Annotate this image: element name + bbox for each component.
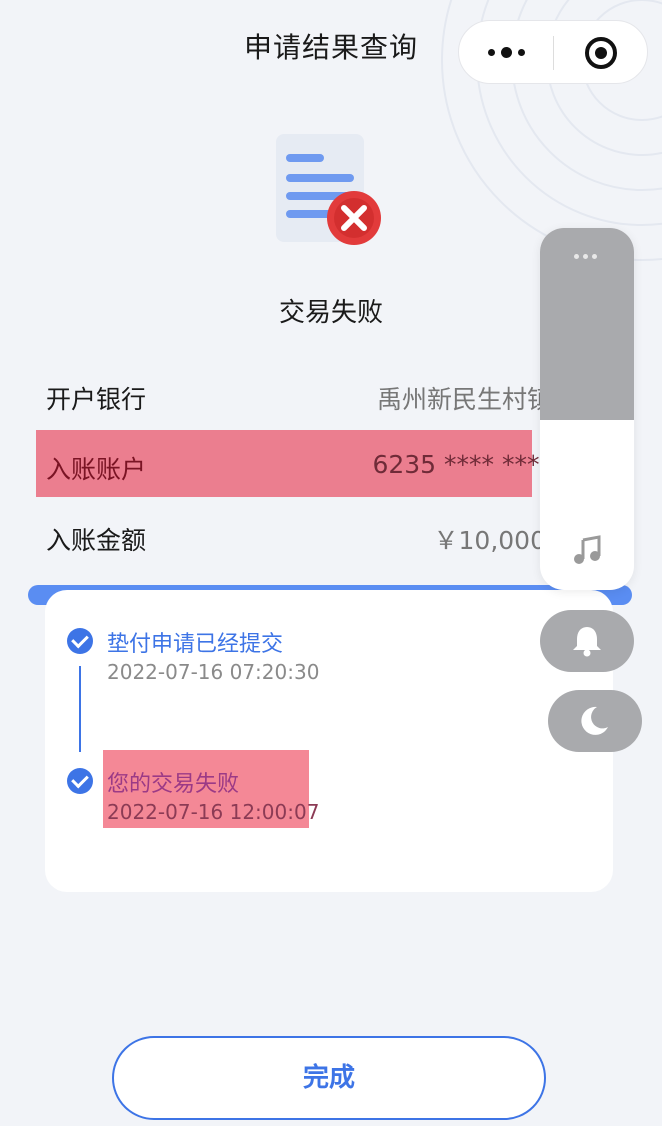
check-circle-icon bbox=[67, 628, 93, 654]
mini-program-capsule bbox=[458, 20, 648, 84]
bank-label: 开户银行 bbox=[46, 385, 147, 414]
step-title: 您的交易失败 bbox=[107, 772, 240, 797]
panel-dots-icon[interactable] bbox=[572, 254, 599, 259]
step-time: 2022-07-16 12:00:07 bbox=[107, 800, 320, 824]
target-close-icon[interactable] bbox=[585, 37, 617, 69]
step-time: 2022-07-16 07:20:30 bbox=[107, 660, 320, 684]
moon-button[interactable] bbox=[548, 690, 642, 752]
timeline-card: 垫付申请已经提交 2022-07-16 07:20:30 您的交易失败 2022… bbox=[45, 590, 613, 892]
document-fail-icon bbox=[276, 134, 381, 245]
music-note-icon[interactable] bbox=[572, 534, 604, 566]
floating-control-panel[interactable] bbox=[540, 228, 634, 590]
bell-button[interactable] bbox=[540, 610, 634, 672]
amount-value: ￥10,000 bbox=[433, 526, 546, 555]
check-circle-icon bbox=[67, 768, 93, 794]
step-title: 垫付申请已经提交 bbox=[107, 632, 284, 657]
bank-value: 禹州新民生村镇 bbox=[376, 385, 552, 414]
account-label: 入账账户 bbox=[46, 455, 147, 484]
capsule-divider bbox=[553, 36, 554, 70]
timeline-connector bbox=[79, 666, 81, 752]
bell-icon bbox=[573, 627, 601, 657]
account-value: 6235 **** **** bbox=[372, 450, 552, 479]
more-dots-icon[interactable] bbox=[459, 21, 553, 83]
moon-icon bbox=[581, 706, 608, 735]
done-button[interactable]: 完成 bbox=[112, 1036, 546, 1120]
amount-label: 入账金额 bbox=[46, 526, 147, 555]
